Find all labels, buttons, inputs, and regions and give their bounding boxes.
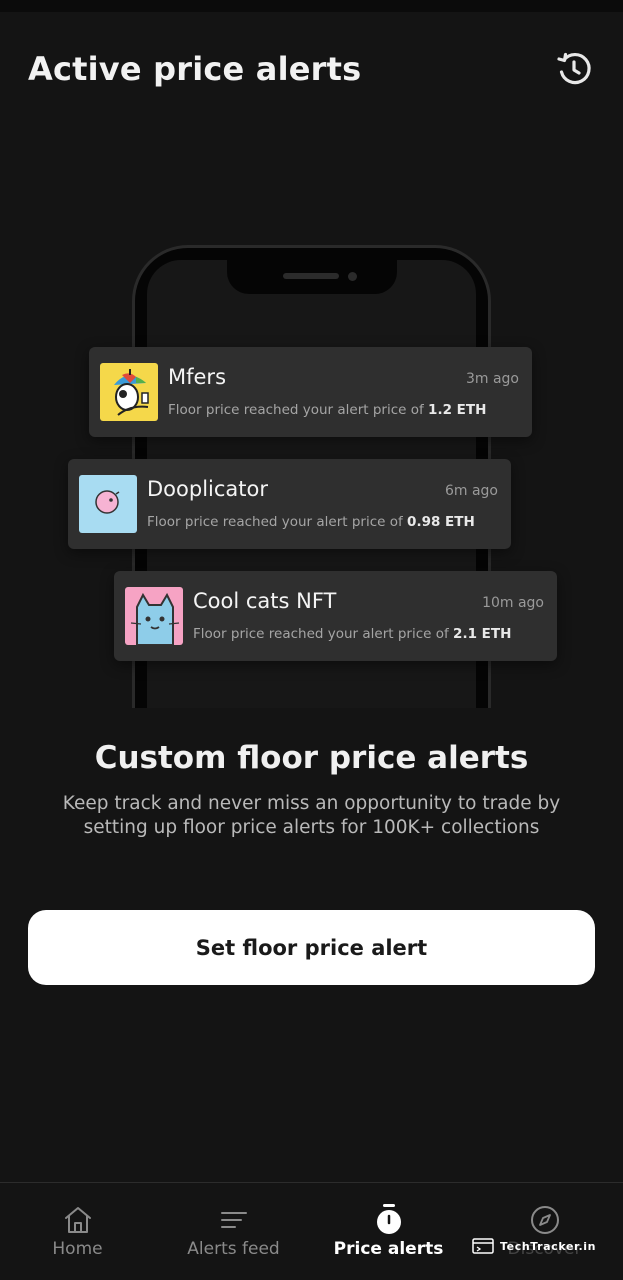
bottom-navigation: Home Alerts feed Price alerts Discover [0,1182,623,1280]
stopwatch-icon [376,1204,401,1234]
mfers-thumbnail [100,363,158,421]
history-icon [557,52,591,85]
notification-title: Cool cats NFT [193,589,337,613]
page-title: Active price alerts [28,50,362,88]
notification-title: Dooplicator [147,477,268,501]
nav-label: Price alerts [333,1239,444,1259]
set-floor-price-alert-button[interactable]: Set floor price alert [28,910,595,985]
watermark-text: TechTracker.in [500,1239,597,1253]
home-icon [64,1207,91,1233]
nav-label: Home [52,1239,103,1259]
feed-icon [220,1212,247,1228]
cool-cats-thumbnail [125,587,183,645]
promo-headline: Custom floor price alerts [94,740,529,776]
nav-item-home[interactable]: Home [0,1183,155,1280]
alert-price: 2.1 ETH [453,626,512,642]
notification-message: Floor price reached your alert price of … [168,402,487,418]
alert-price: 1.2 ETH [428,402,487,418]
notification-card-cool-cats: Cool cats NFT 10m ago Floor price reache… [114,571,557,661]
notification-card-mfers: Mfers 3m ago Floor price reached your al… [89,347,532,437]
alert-price: 0.98 ETH [407,514,475,530]
nav-item-price-alerts[interactable]: Price alerts [311,1183,466,1280]
dooplicator-thumbnail [79,475,137,533]
history-button[interactable] [554,49,594,89]
notification-time: 6m ago [444,483,498,499]
browser-icon [472,1238,494,1254]
notification-card-dooplicator: Dooplicator 6m ago Floor price reached y… [68,459,511,549]
notification-message: Floor price reached your alert price of … [147,514,475,530]
nav-item-discover[interactable]: Discover [467,1183,622,1280]
nav-item-alerts-feed[interactable]: Alerts feed [156,1183,311,1280]
status-bar [0,0,623,12]
promo-description: Keep track and never miss an opportunity… [62,793,561,838]
compass-icon [530,1206,559,1234]
phone-notch [227,258,397,294]
nav-label: Alerts feed [187,1239,280,1259]
notification-title: Mfers [168,365,227,389]
watermark: TechTracker.in [472,1236,597,1256]
notification-time: 3m ago [465,371,519,387]
notification-message: Floor price reached your alert price of … [193,626,512,642]
notification-time: 10m ago [482,595,544,611]
